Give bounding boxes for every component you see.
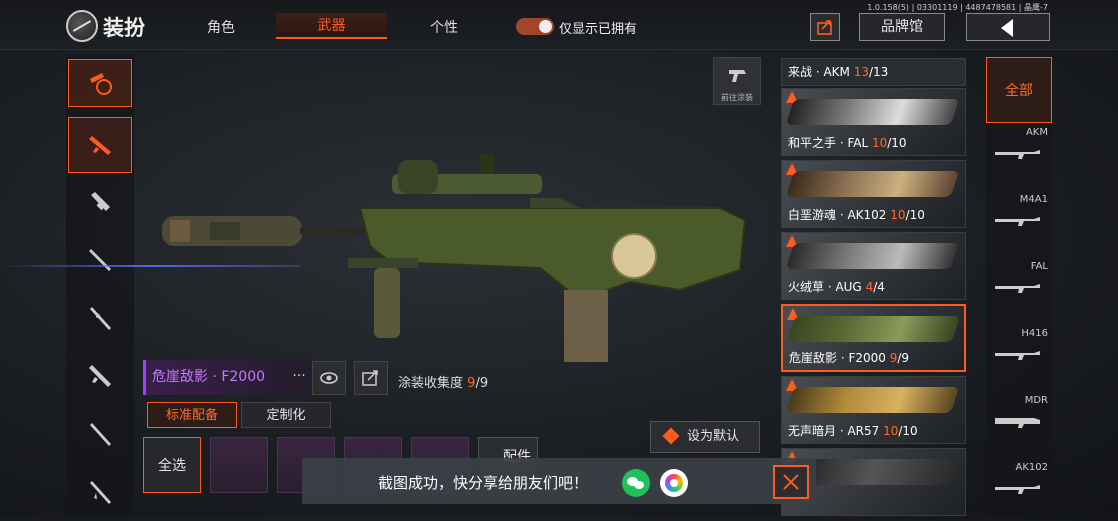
skin-name: 白垩游魂 · AK102 — [788, 208, 887, 222]
top-bar: 装扮 角色 武器 个性 仅显示已拥有 1.0.158(5) | 03301119… — [0, 0, 1118, 50]
weapon-name: 危崖敌影 · F2000 — [143, 360, 311, 395]
category-dmr-icon[interactable] — [66, 407, 134, 463]
filter-m4a1[interactable]: M4A1 — [986, 192, 1052, 252]
share-icon — [817, 20, 832, 35]
go-to-paint-button[interactable]: 前往涂装 — [713, 57, 761, 105]
skin-card[interactable]: 来战 · AKM 13/13 — [781, 58, 966, 86]
skin-card[interactable]: 火绒草 · AUG 4/4 — [781, 232, 966, 300]
wechat-share-icon[interactable] — [622, 469, 650, 497]
skin-owned: 10 — [883, 424, 899, 438]
ak102-icon — [995, 485, 1040, 494]
close-toast-button[interactable] — [773, 465, 809, 499]
collection-total: /9 — [475, 376, 489, 391]
skin-total: /9 — [897, 351, 910, 365]
filter-all-button[interactable]: 全部 — [986, 57, 1052, 123]
skin-card[interactable]: 和平之手 · FAL 10/10 — [781, 88, 966, 156]
moments-share-icon[interactable] — [660, 469, 688, 497]
tab-character[interactable]: 角色 — [207, 17, 235, 37]
skin-name: 火绒草 · AUG — [788, 280, 862, 294]
share-button[interactable] — [810, 13, 840, 41]
category-sidebar — [66, 55, 134, 516]
tab-personality[interactable]: 个性 — [430, 17, 458, 37]
eye-icon — [320, 372, 338, 384]
skin-art — [785, 171, 960, 197]
paint-collection: 涂装收集度 9/9 — [398, 372, 488, 391]
set-default-button[interactable]: 设为默认 — [650, 421, 760, 453]
category-pistol-icon[interactable] — [66, 465, 134, 521]
version-text: 1.0.158(5) | 03301119 | 4487478581 | 晶鹰-… — [867, 3, 1048, 12]
tab-weapon[interactable]: 武器 — [276, 13, 387, 39]
skin-name: 来战 · AKM — [788, 65, 850, 79]
toast-message: 截图成功，快分享给朋友们吧！ — [378, 474, 589, 492]
skin-owned: 13 — [853, 65, 869, 79]
filter-label: AK102 — [1015, 462, 1049, 473]
skin-total: /10 — [887, 136, 907, 150]
h416-icon — [995, 351, 1040, 360]
screenshot-toast: 截图成功，快分享给朋友们吧！ — [302, 458, 816, 504]
weapon-model-f2000 — [162, 154, 747, 362]
view-eye-button[interactable] — [312, 361, 346, 395]
filter-label: AKM — [1025, 127, 1048, 138]
share-icon — [362, 370, 378, 386]
collection-label: 涂装收集度 — [398, 376, 464, 391]
skin-name: 和平之手 · FAL — [788, 136, 869, 150]
filter-ak102[interactable]: AK102 — [986, 460, 1052, 520]
filter-label: FAL — [1030, 261, 1048, 272]
filter-h416[interactable]: H416 — [986, 326, 1052, 386]
skin-art — [786, 316, 961, 342]
category-shotgun-icon[interactable] — [66, 233, 134, 289]
filter-akm[interactable]: AKM — [986, 125, 1052, 185]
skin-total: /10 — [898, 424, 918, 438]
back-button[interactable] — [966, 13, 1050, 41]
spray-gun-icon — [729, 70, 746, 82]
category-character-icon[interactable] — [68, 59, 132, 107]
owned-only-toggle[interactable] — [516, 18, 554, 35]
category-smg-icon[interactable] — [66, 175, 134, 231]
skin-total: /13 — [869, 65, 889, 79]
go-to-paint-label: 前往涂装 — [721, 93, 753, 102]
skin-card-selected[interactable]: 危崖敌影 · F2000 9/9 — [781, 304, 966, 372]
category-rifle-icon[interactable] — [68, 117, 132, 173]
select-all-button[interactable]: 全选 — [143, 437, 201, 493]
skin-total: /4 — [873, 280, 885, 294]
skin-card[interactable]: 白垩游魂 · AK102 10/10 — [781, 160, 966, 228]
filter-fal[interactable]: FAL — [986, 259, 1052, 319]
page-title: 装扮 — [103, 16, 145, 40]
more-options-icon[interactable]: ··· — [287, 360, 311, 395]
category-sniper-icon[interactable] — [66, 291, 134, 347]
owned-only-label: 仅显示已拥有 — [559, 22, 638, 37]
tab-customize[interactable]: 定制化 — [241, 402, 331, 428]
skin-list: 来战 · AKM 13/13 和平之手 · FAL 10/10 白垩游魂 · A… — [781, 55, 966, 516]
category-lmg-icon[interactable] — [66, 349, 134, 405]
weapon-type-filter: 全部 AKM M4A1 FAL H416 MDR AK102 — [986, 55, 1052, 516]
skin-owned: 10 — [871, 136, 888, 150]
filter-label: H416 — [1021, 328, 1048, 339]
mdr-icon — [995, 418, 1040, 428]
skin-total: /10 — [905, 208, 925, 222]
share-weapon-button[interactable] — [354, 361, 388, 395]
filter-mdr[interactable]: MDR — [986, 393, 1052, 453]
skin-card[interactable]: 无声暗月 · AR57 10/10 — [781, 376, 966, 444]
skin-art — [785, 387, 960, 413]
attachment-slot-scope[interactable] — [210, 437, 268, 493]
fal-icon — [995, 284, 1040, 293]
brand-hall-button[interactable]: 品牌馆 — [859, 13, 945, 41]
filter-label: MDR — [1024, 395, 1048, 406]
tab-standard-loadout[interactable]: 标准配备 — [147, 402, 237, 428]
globe-logo-icon — [66, 10, 98, 42]
akm-icon — [995, 150, 1040, 159]
skin-owned: 10 — [890, 208, 906, 222]
skin-art — [785, 243, 960, 269]
filter-label: M4A1 — [1019, 194, 1048, 205]
m4a1-icon — [995, 217, 1040, 226]
skin-name: 无声暗月 · AR57 — [788, 424, 880, 438]
skin-name: 危崖敌影 · F2000 — [789, 351, 886, 365]
skin-art — [785, 99, 960, 125]
